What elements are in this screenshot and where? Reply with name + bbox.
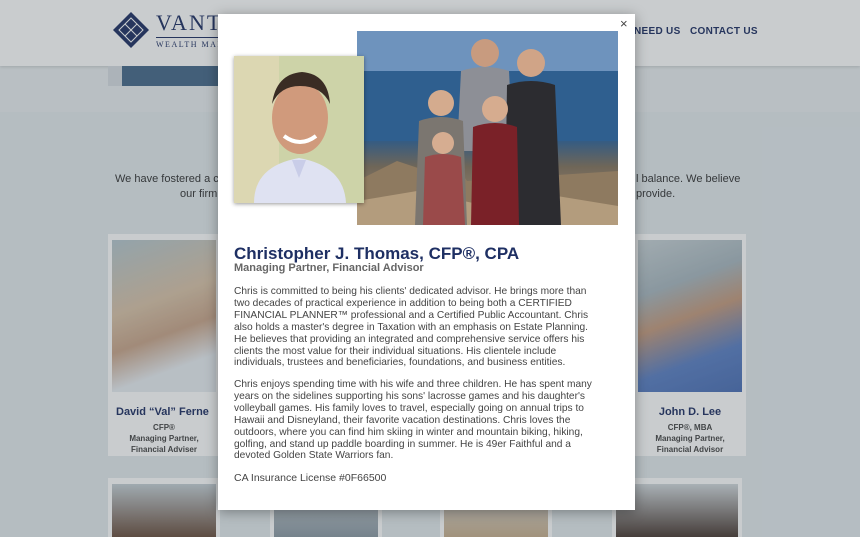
bio-paragraph-2: Chris enjoys spending time with his wife…	[234, 379, 592, 462]
insurance-license: CA Insurance License #0F66500	[234, 472, 387, 484]
advisor-title: Managing Partner, Financial Advisor	[234, 262, 424, 274]
bio-modal: × Christopher J. Thomas, CFP®, CPA Manag…	[218, 14, 635, 510]
close-icon[interactable]: ×	[620, 16, 628, 31]
advisor-portrait	[234, 56, 364, 203]
family-photo	[357, 31, 618, 225]
bio-paragraph-1: Chris is committed to being his clients'…	[234, 286, 589, 369]
advisor-name: Christopher J. Thomas, CFP®, CPA	[234, 244, 520, 263]
